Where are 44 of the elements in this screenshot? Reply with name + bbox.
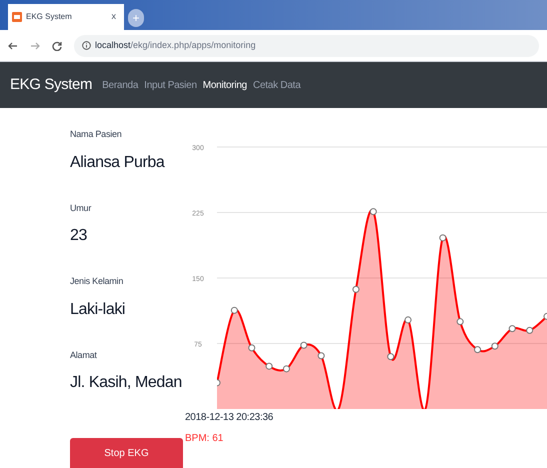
field-label: Nama Pasien bbox=[70, 128, 123, 141]
field-label: Jenis Kelamin bbox=[70, 275, 124, 288]
brand[interactable]: EKG System bbox=[10, 74, 92, 96]
field-value: Laki-laki bbox=[70, 300, 126, 320]
data-point bbox=[282, 365, 290, 372]
data-point bbox=[526, 326, 534, 334]
data-point bbox=[352, 286, 360, 293]
data-point bbox=[266, 362, 273, 370]
reload-icon[interactable] bbox=[52, 40, 62, 50]
field-value: Aliansa Purba bbox=[70, 152, 166, 172]
data-point bbox=[508, 325, 516, 332]
browser-tab[interactable]: EKG System x bbox=[8, 4, 124, 30]
bpm-reading: BPM: 61 bbox=[185, 432, 224, 446]
info-icon bbox=[82, 41, 91, 50]
address-bar[interactable]: localhost/ekg/index.php/apps/monitoring bbox=[74, 34, 539, 56]
data-point bbox=[456, 318, 464, 326]
page-icon bbox=[12, 12, 22, 22]
data-point bbox=[439, 234, 446, 242]
tab-close-button[interactable]: x bbox=[112, 10, 116, 24]
data-point bbox=[474, 346, 482, 354]
data-point bbox=[300, 342, 308, 349]
data-point bbox=[318, 352, 325, 360]
nav-link[interactable]: Cetak Data bbox=[252, 78, 301, 92]
data-point bbox=[217, 379, 220, 386]
data-point bbox=[370, 208, 377, 216]
nav-link[interactable]: Input Pasien bbox=[144, 78, 197, 92]
field-value: 23 bbox=[70, 226, 88, 246]
tab-title: EKG System bbox=[26, 11, 73, 23]
url-host: localhost bbox=[95, 38, 131, 52]
field-label: Alamat bbox=[70, 348, 98, 362]
data-point bbox=[230, 306, 238, 314]
back-icon[interactable] bbox=[8, 40, 18, 50]
nav-link[interactable]: Monitoring bbox=[202, 78, 247, 92]
data-point bbox=[404, 316, 412, 324]
field-value: Jl. Kasih, Medan bbox=[70, 373, 183, 393]
timestamp: 2018-12-13 20:23:36 bbox=[185, 411, 274, 425]
url-path: /ekg/index.php/apps/monitoring bbox=[130, 38, 256, 52]
stop-ekg-button[interactable]: Stop EKG bbox=[70, 438, 183, 468]
data-point bbox=[248, 344, 256, 352]
data-point bbox=[544, 312, 547, 320]
nav-link[interactable]: Beranda bbox=[102, 78, 138, 92]
data-point bbox=[387, 353, 394, 360]
field-label: Umur bbox=[70, 202, 92, 214]
data-point bbox=[491, 342, 498, 350]
